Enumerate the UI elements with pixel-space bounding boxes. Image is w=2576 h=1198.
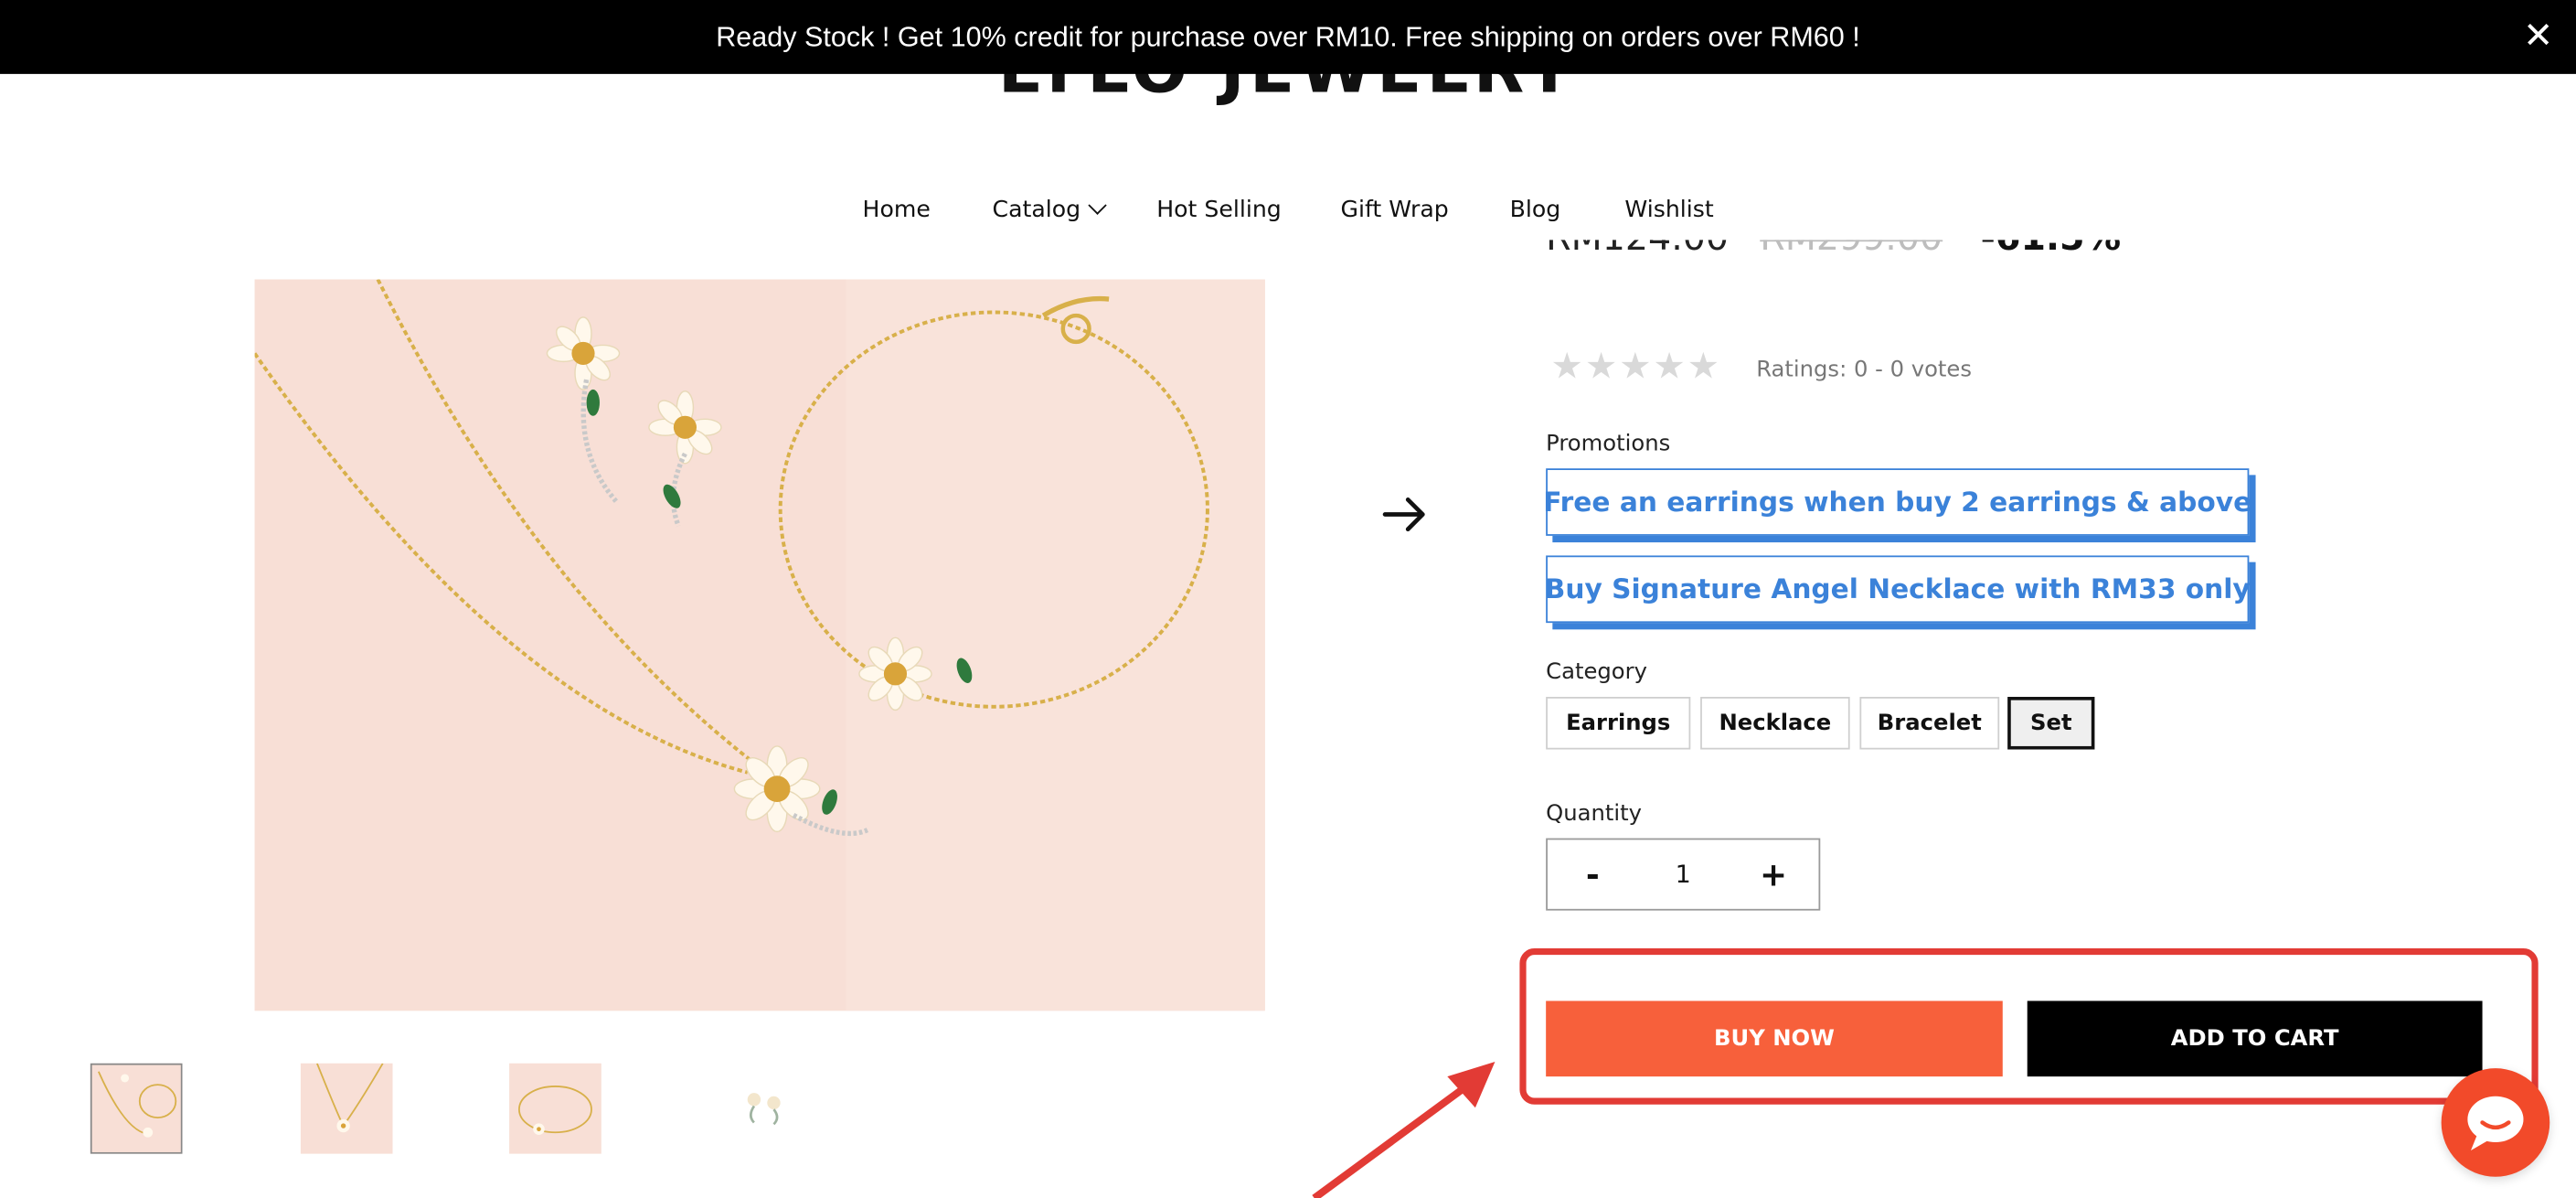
category-option-earrings[interactable]: Earrings (1546, 697, 1691, 750)
ratings-text: Ratings: 0 - 0 votes (1756, 356, 1972, 383)
promo-text: Buy Signature Angel Necklace with RM33 o… (1544, 573, 2251, 605)
star-icon: ★ (1653, 347, 1687, 389)
chat-widget-button[interactable] (2441, 1068, 2550, 1177)
chevron-down-icon (1087, 196, 1107, 215)
thumbnail-image (91, 1064, 181, 1152)
nav-gift-wrap[interactable]: Gift Wrap (1341, 198, 1449, 224)
promo-button-necklace[interactable]: Buy Signature Angel Necklace with RM33 o… (1544, 555, 2251, 624)
star-icon: ★ (1619, 347, 1654, 389)
quantity-input[interactable]: 1 (1638, 840, 1729, 908)
star-icon: ★ (1687, 347, 1721, 389)
category-option-set[interactable]: Set (2007, 697, 2095, 750)
price-current: RM124.00 (1546, 240, 1729, 260)
nav-wishlist[interactable]: Wishlist (1624, 198, 1713, 224)
category-option-necklace[interactable]: Necklace (1700, 697, 1850, 750)
quantity-label: Quantity (1546, 800, 1643, 827)
product-main-image[interactable] (254, 279, 1265, 1011)
arrow-right-icon[interactable] (1377, 487, 1432, 542)
jewelry-set-photo (254, 279, 1265, 1011)
nav-catalog-label: Catalog (992, 197, 1081, 224)
announcement-text: Ready Stock ! Get 10% credit for purchas… (716, 20, 1860, 52)
price-original: RM299.00 (1760, 240, 1943, 260)
quantity-increase-button[interactable]: + (1729, 840, 1819, 908)
discount-badge: -61.5% (1981, 240, 2122, 260)
thumbnail-set[interactable] (90, 1063, 183, 1154)
thumbnail-image (300, 1063, 393, 1154)
promo-button-earrings[interactable]: Free an earrings when buy 2 earrings & a… (1543, 468, 2252, 536)
thumbnail-image (509, 1063, 601, 1154)
nav-hot-selling[interactable]: Hot Selling (1156, 198, 1282, 224)
quantity-stepper: - 1 + (1546, 838, 1821, 911)
category-option-bracelet[interactable]: Bracelet (1859, 697, 2000, 750)
quantity-decrease-button[interactable]: - (1548, 840, 1638, 908)
product-page: LYLO JEWELRY Ready Stock ! Get 10% credi… (0, 0, 2576, 1198)
announcement-bar: Ready Stock ! Get 10% credit for purchas… (0, 0, 2576, 74)
rating-stars[interactable]: ★★★★★ (1551, 347, 1721, 388)
nav-catalog[interactable]: Catalog (992, 196, 1107, 224)
buy-now-button[interactable]: BUY NOW (1546, 1000, 2003, 1077)
thumbnail-bracelet[interactable] (509, 1063, 601, 1154)
category-label: Category (1546, 658, 1647, 686)
nav-blog[interactable]: Blog (1510, 198, 1561, 224)
promotions-label: Promotions (1546, 430, 1671, 457)
star-icon: ★ (1584, 347, 1620, 389)
annotation-arrow (1312, 1061, 1496, 1198)
add-to-cart-button[interactable]: ADD TO CART (2027, 1000, 2483, 1077)
star-icon: ★ (1550, 347, 1585, 389)
promo-text: Free an earrings when buy 2 earrings & a… (1543, 486, 2252, 519)
close-icon[interactable]: ✕ (2517, 15, 2560, 58)
thumbnail-necklace[interactable] (300, 1063, 393, 1154)
price-line: RM124.00 RM299.00 -61.5% (1546, 240, 2121, 283)
chat-bubble-icon (2467, 1096, 2524, 1151)
nav-home[interactable]: Home (863, 198, 931, 224)
thumbnail-earrings[interactable] (718, 1063, 811, 1154)
thumbnail-image (718, 1063, 811, 1154)
